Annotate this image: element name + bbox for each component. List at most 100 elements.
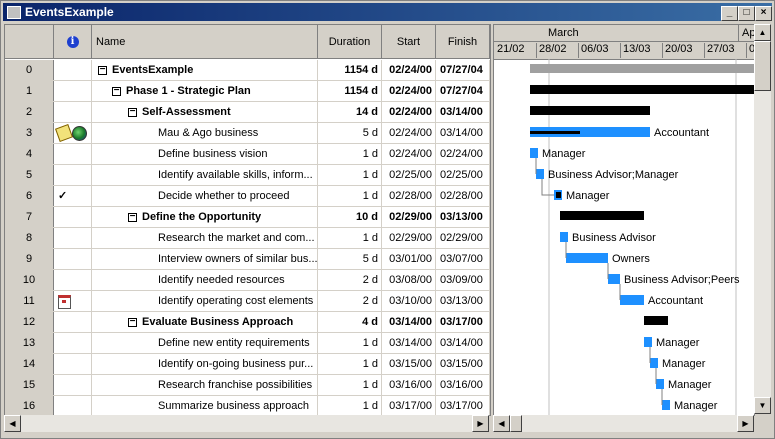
task-finish[interactable]: 03/07/00: [436, 249, 490, 269]
task-finish[interactable]: 03/15/00: [436, 354, 490, 374]
task-duration[interactable]: 1 d: [318, 144, 382, 164]
row-number[interactable]: 7: [5, 207, 54, 227]
row-number[interactable]: 6: [5, 186, 54, 206]
title-bar[interactable]: EventsExample _ □ ×: [3, 3, 772, 21]
task-row[interactable]: 2− Self-Assessment 14 d 02/24/00 03/14/00: [5, 102, 490, 123]
task-finish[interactable]: 03/14/00: [436, 102, 490, 122]
task-start[interactable]: 03/15/00: [382, 354, 436, 374]
task-row[interactable]: 16 Summarize business approach 1 d 03/17/00…: [5, 396, 490, 415]
collapse-icon[interactable]: −: [112, 85, 121, 96]
task-row[interactable]: 7− Define the Opportunity 10 d 02/29/00 03/1…: [5, 207, 490, 228]
task-finish[interactable]: 03/09/00: [436, 270, 490, 290]
task-row[interactable]: 12− Evaluate Business Approach 4 d 03/14/00…: [5, 312, 490, 333]
task-name[interactable]: Interview owners of similar bus...: [92, 249, 318, 269]
task-finish[interactable]: 02/28/00: [436, 186, 490, 206]
task-duration[interactable]: 1154 d: [318, 60, 382, 80]
task-start[interactable]: 02/24/00: [382, 123, 436, 143]
start-column-header[interactable]: Start: [382, 25, 436, 59]
task-name[interactable]: Identify operating cost elements: [92, 291, 318, 311]
task-row[interactable]: 4 Define business vision 1 d 02/24/00 02/24/…: [5, 144, 490, 165]
task-finish[interactable]: 02/29/00: [436, 228, 490, 248]
task-start[interactable]: 02/24/00: [382, 102, 436, 122]
task-duration[interactable]: 1 d: [318, 333, 382, 353]
row-number-header[interactable]: [5, 25, 54, 59]
task-duration[interactable]: 1154 d: [318, 81, 382, 101]
duration-column-header[interactable]: Duration: [318, 25, 382, 59]
info-column-header[interactable]: i: [54, 25, 92, 59]
task-name[interactable]: Identify available skills, inform...: [92, 165, 318, 185]
horizontal-scroll-thumb[interactable]: [510, 415, 522, 432]
task-finish[interactable]: 03/13/00: [436, 291, 490, 311]
task-start[interactable]: 03/01/00: [382, 249, 436, 269]
row-number[interactable]: 10: [5, 270, 54, 290]
gantt-scroll-right-button[interactable]: ▶: [737, 415, 754, 432]
task-duration[interactable]: 1 d: [318, 186, 382, 206]
task-name[interactable]: − Phase 1 - Strategic Plan: [92, 81, 318, 101]
task-duration[interactable]: 14 d: [318, 102, 382, 122]
maximize-button[interactable]: □: [738, 6, 755, 21]
task-row[interactable]: 14 Identify on-going business pur... 1 d 03…: [5, 354, 490, 375]
task-start[interactable]: 02/24/00: [382, 144, 436, 164]
finish-column-header[interactable]: Finish: [436, 25, 490, 59]
row-number[interactable]: 15: [5, 375, 54, 395]
task-duration[interactable]: 2 d: [318, 291, 382, 311]
task-duration[interactable]: 1 d: [318, 396, 382, 415]
task-name[interactable]: Research the market and com...: [92, 228, 318, 248]
row-number[interactable]: 5: [5, 165, 54, 185]
task-duration[interactable]: 2 d: [318, 270, 382, 290]
task-duration[interactable]: 1 d: [318, 375, 382, 395]
task-start[interactable]: 03/17/00: [382, 396, 436, 415]
gantt-scroll-left-button[interactable]: ◀: [493, 415, 510, 432]
task-start[interactable]: 02/24/00: [382, 81, 436, 101]
task-duration[interactable]: 5 d: [318, 123, 382, 143]
task-duration[interactable]: 4 d: [318, 312, 382, 332]
task-row[interactable]: 11 Identify operating cost elements 2 d 03/…: [5, 291, 490, 312]
minimize-button[interactable]: _: [721, 6, 738, 21]
task-finish[interactable]: 02/25/00: [436, 165, 490, 185]
task-name[interactable]: − Evaluate Business Approach: [92, 312, 318, 332]
scroll-left-button[interactable]: ◀: [4, 415, 21, 432]
task-row[interactable]: 1 − Phase 1 - Strategic Plan 1154 d 02/24/00…: [5, 81, 490, 102]
task-row[interactable]: 0− EventsExample 1154 d 02/24/00 07/27/04: [5, 60, 490, 81]
task-duration[interactable]: 1 d: [318, 354, 382, 374]
row-number[interactable]: 4: [5, 144, 54, 164]
close-button[interactable]: ×: [755, 6, 772, 21]
row-number[interactable]: 1: [5, 81, 54, 101]
task-finish[interactable]: 03/17/00: [436, 396, 490, 415]
task-start[interactable]: 03/14/00: [382, 333, 436, 353]
task-start[interactable]: 02/28/00: [382, 186, 436, 206]
task-duration[interactable]: 10 d: [318, 207, 382, 227]
task-duration[interactable]: 1 d: [318, 228, 382, 248]
task-row[interactable]: 5 Identify available skills, inform... 1 d…: [5, 165, 490, 186]
row-number[interactable]: 13: [5, 333, 54, 353]
row-number[interactable]: 3: [5, 123, 54, 143]
scroll-right-button[interactable]: ▶: [472, 415, 489, 432]
vertical-scroll-thumb[interactable]: [754, 41, 771, 91]
task-name[interactable]: Summarize business approach: [92, 396, 318, 415]
row-number[interactable]: 2: [5, 102, 54, 122]
task-start[interactable]: 02/29/00: [382, 228, 436, 248]
row-number[interactable]: 16: [5, 396, 54, 415]
task-row[interactable]: 3 Mau & Ago business 5 d 02/24/00 03/14/00: [5, 123, 490, 144]
note-icon[interactable]: [55, 124, 73, 142]
task-finish[interactable]: 03/13/00: [436, 207, 490, 227]
row-number[interactable]: 8: [5, 228, 54, 248]
gantt-vertical-scrollbar[interactable]: ▲ ▼: [754, 24, 771, 414]
task-name[interactable]: Identify on-going business pur...: [92, 354, 318, 374]
task-name[interactable]: Research franchise possibilities: [92, 375, 318, 395]
task-name[interactable]: Mau & Ago business: [92, 123, 318, 143]
collapse-icon[interactable]: −: [98, 64, 107, 75]
task-name[interactable]: − EventsExample: [92, 60, 318, 80]
task-finish[interactable]: 03/14/00: [436, 333, 490, 353]
task-finish[interactable]: 03/16/00: [436, 375, 490, 395]
task-duration[interactable]: 5 d: [318, 249, 382, 269]
task-finish[interactable]: 02/24/00: [436, 144, 490, 164]
calendar-icon[interactable]: [58, 295, 71, 309]
task-start[interactable]: 03/08/00: [382, 270, 436, 290]
task-finish[interactable]: 03/14/00: [436, 123, 490, 143]
task-row[interactable]: 6 ✓ Decide whether to proceed 1 d 02/28/00 02…: [5, 186, 490, 207]
task-duration[interactable]: 1 d: [318, 165, 382, 185]
task-name[interactable]: − Define the Opportunity: [92, 207, 318, 227]
task-start[interactable]: 03/10/00: [382, 291, 436, 311]
task-row[interactable]: 8 Research the market and com... 1 d 02/29/…: [5, 228, 490, 249]
